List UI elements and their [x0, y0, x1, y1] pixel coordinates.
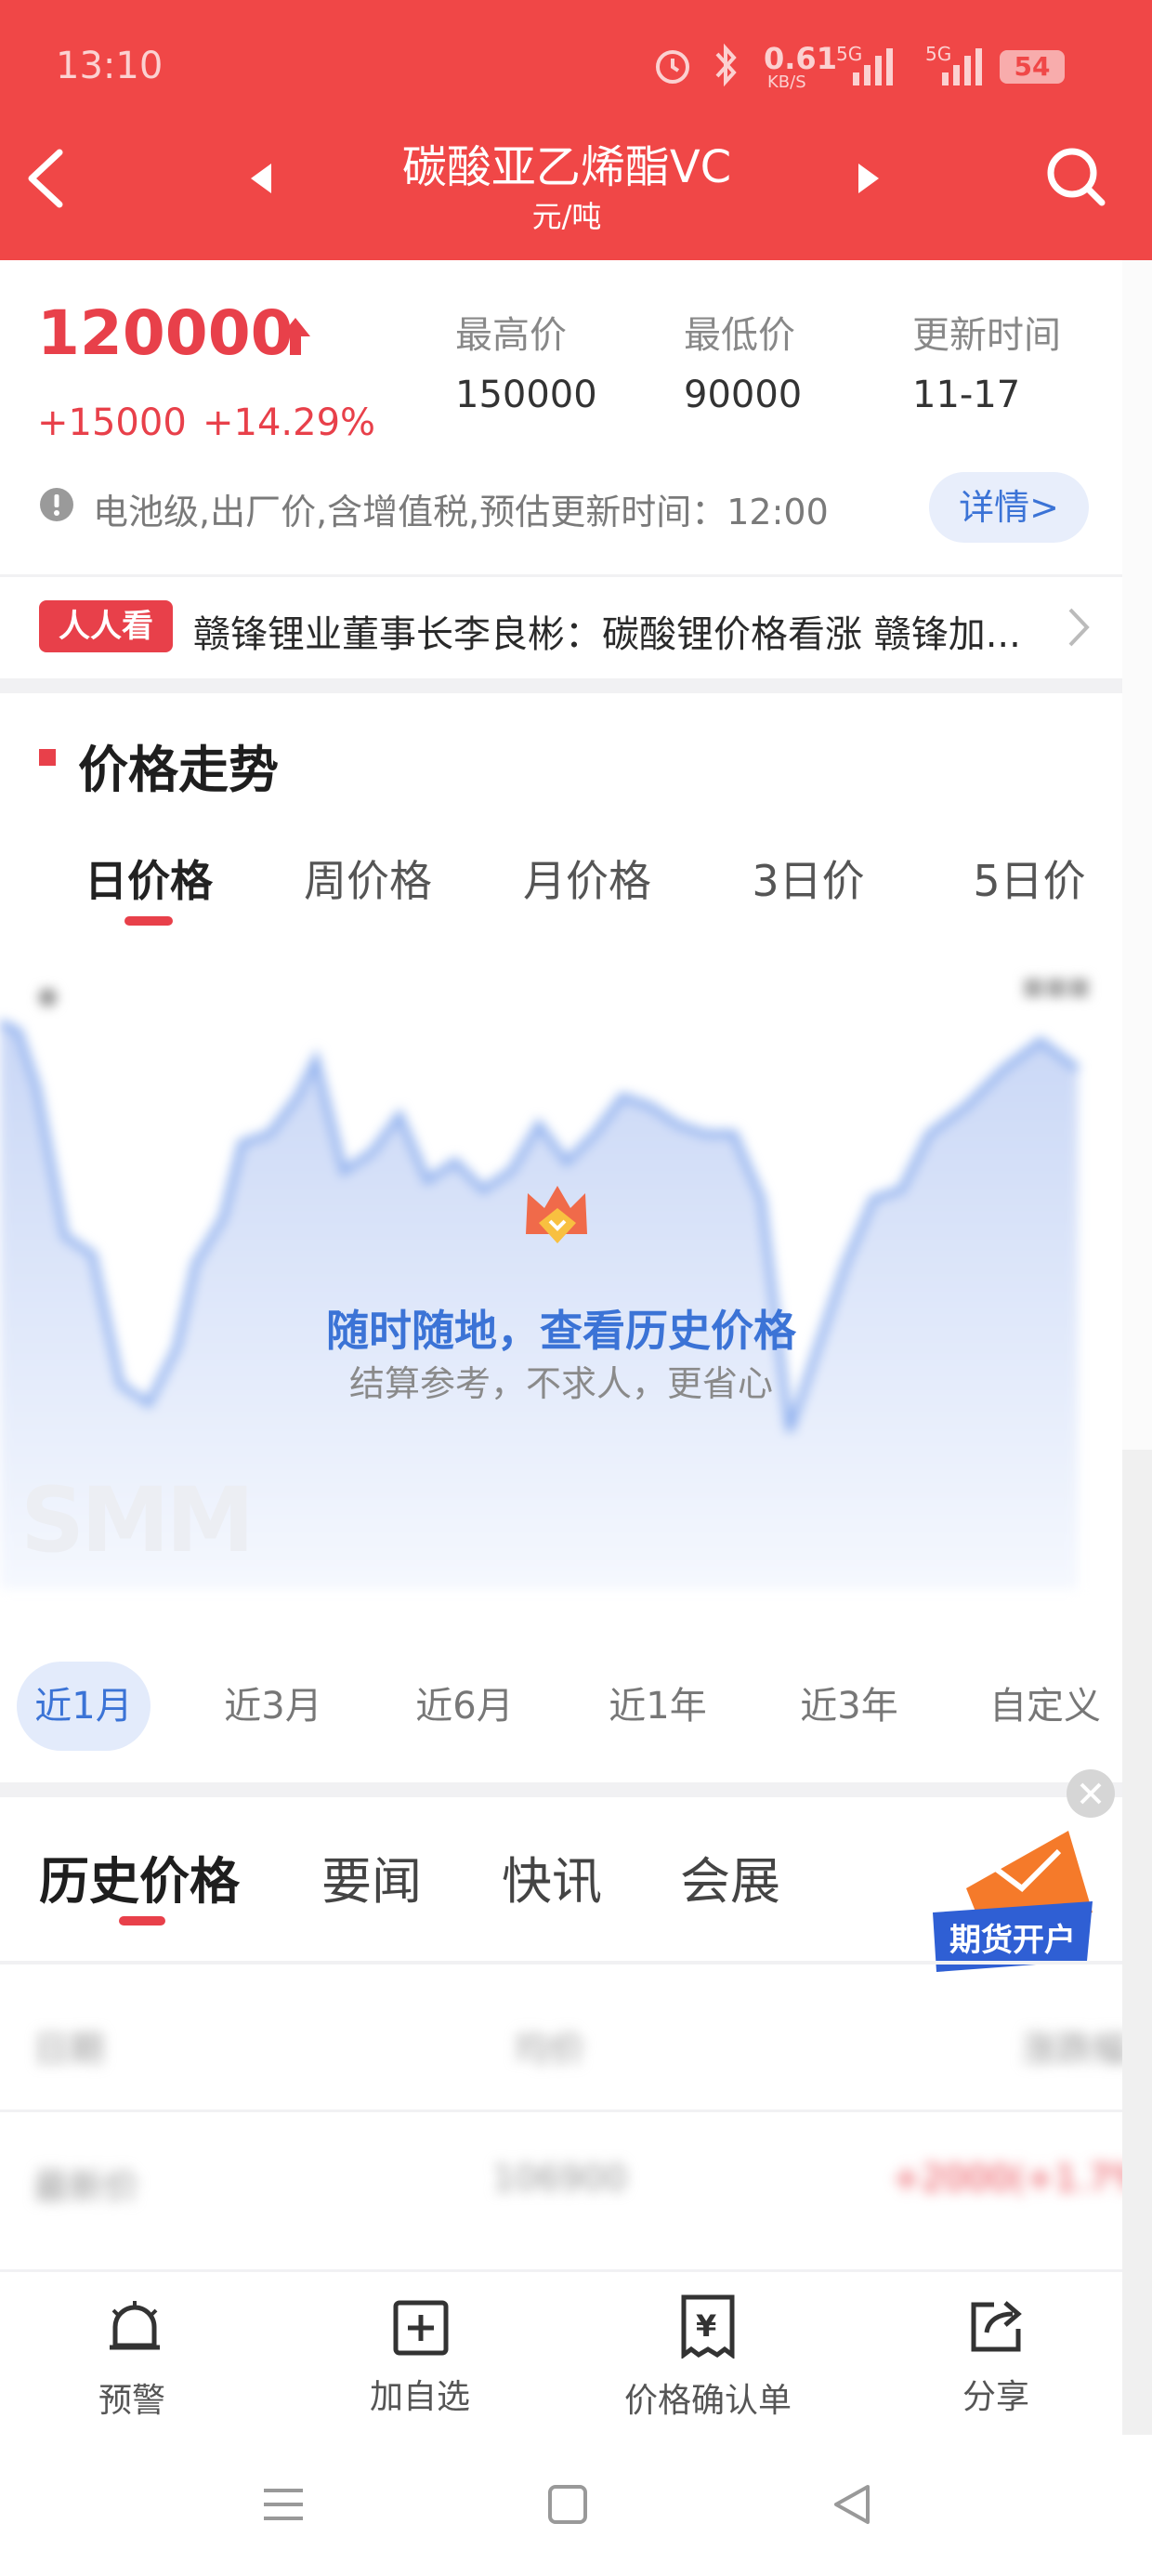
- range-3-years[interactable]: 近3年: [782, 1662, 916, 1751]
- menu-icon[interactable]: [260, 2481, 307, 2528]
- vip-crown-icon: [526, 1186, 587, 1243]
- page-unit: 元/吨: [531, 199, 602, 234]
- scrollbar-thumb[interactable]: [1122, 260, 1152, 1450]
- update-value: 11-17: [912, 374, 1021, 416]
- info-icon: [40, 488, 73, 521]
- svg-text:■■■: ■■■: [1022, 973, 1091, 1001]
- table-header-date: 日期: [33, 2029, 105, 2070]
- tab-monthly-price[interactable]: 月价格: [494, 848, 680, 909]
- chevron-right-icon[interactable]: [1065, 604, 1093, 651]
- svg-text:¥: ¥: [696, 2308, 716, 2344]
- table-header-avg: 均价: [515, 2029, 586, 2070]
- price-change: +15000: [37, 401, 187, 444]
- up-arrow-icon: [281, 318, 310, 355]
- tab-5day-price[interactable]: 5日价: [936, 848, 1122, 909]
- nav-price-confirmation-label: 价格确认单: [623, 2382, 792, 2420]
- section-marker: [39, 749, 56, 766]
- tab-history-price[interactable]: 历史价格: [39, 1840, 240, 1913]
- back-triangle-icon[interactable]: [831, 2481, 873, 2528]
- scrollbar-track[interactable]: [1122, 260, 1152, 2435]
- table-row-avg: 106900: [492, 2158, 628, 2199]
- tab-exhibitions[interactable]: 会展: [680, 1840, 780, 1913]
- nav-share-label: 分享: [962, 2378, 1029, 2416]
- divider: [0, 2109, 1122, 2112]
- nav-price-confirmation[interactable]: ¥ 价格确认单: [606, 2286, 810, 2425]
- tab-weekly-price[interactable]: 周价格: [275, 848, 461, 909]
- range-1-month[interactable]: 近1月: [17, 1662, 151, 1751]
- close-promo-button[interactable]: [1067, 1769, 1115, 1818]
- prev-item-icon[interactable]: [247, 160, 275, 197]
- high-value: 150000: [455, 374, 597, 416]
- divider: [0, 574, 1122, 577]
- price-chart-locked: ● ■■■ SMM 随时随地，查看历史价格 结算参考，不求人，更省心: [0, 957, 1122, 1608]
- document-yen-icon: ¥: [681, 2294, 735, 2359]
- update-label: 更新时间: [912, 314, 1061, 357]
- signal-icon: [942, 48, 982, 85]
- tab-underline: [119, 1916, 165, 1925]
- low-label: 最低价: [684, 314, 795, 357]
- nav-alert-label: 预警: [98, 2382, 165, 2420]
- page-title: 碳酸亚乙烯酯VC: [401, 141, 732, 193]
- tab-flash-news[interactable]: 快讯: [502, 1840, 602, 1913]
- divider: [0, 1961, 1122, 1965]
- nav-add-watchlist[interactable]: 加自选: [325, 2286, 515, 2425]
- divider: [0, 2269, 1122, 2272]
- nav-share[interactable]: 分享: [901, 2286, 1091, 2425]
- tab-key-news[interactable]: 要闻: [321, 1840, 422, 1913]
- high-label: 最高价: [455, 314, 567, 357]
- search-icon[interactable]: [1044, 141, 1109, 212]
- signal-icon: [853, 48, 893, 85]
- table-header-change: 涨跌幅: [1022, 2029, 1129, 2070]
- nav-add-watchlist-label: 加自选: [369, 2378, 470, 2416]
- trend-title: 价格走势: [78, 741, 279, 799]
- locked-chart-subtitle: 结算参考，不求人，更省心: [348, 1363, 773, 1404]
- bluetooth-icon: [715, 43, 737, 87]
- tab-underline: [124, 916, 173, 926]
- close-icon: [1080, 1782, 1102, 1805]
- battery-icon: 54: [1000, 50, 1065, 84]
- detail-button[interactable]: 详情>: [929, 472, 1089, 543]
- smm-watermark: SMM: [20, 1468, 255, 1572]
- net-speed: 0.61: [764, 41, 837, 76]
- table-row-change: +2000(+1.7%): [892, 2158, 1152, 2199]
- app-header: 13:10 0.61 KB/S 5G 5G 54 碳酸亚乙烯酯VC 元/吨: [0, 0, 1152, 260]
- futures-promo-label[interactable]: 期货开户: [938, 1914, 1087, 1960]
- status-time: 13:10: [56, 45, 164, 87]
- tab-3day-price[interactable]: 3日价: [715, 848, 901, 909]
- low-value: 90000: [684, 374, 803, 416]
- section-gap: [0, 1782, 1122, 1797]
- svg-text:●: ●: [37, 982, 59, 1010]
- range-3-months[interactable]: 近3月: [206, 1662, 340, 1751]
- current-price: 120000: [37, 297, 294, 369]
- section-gap: [0, 678, 1122, 693]
- home-square-icon[interactable]: [546, 2483, 589, 2526]
- tab-daily-price[interactable]: 日价格: [56, 848, 242, 909]
- price-note: 电池级,出厂价,含增值税,预估更新时间：12:00: [93, 492, 829, 532]
- range-custom[interactable]: 自定义: [975, 1662, 1115, 1751]
- news-badge: 人人看: [39, 600, 173, 652]
- price-change-pct: +14.29%: [203, 401, 376, 444]
- share-icon: [971, 2301, 1022, 2352]
- next-item-icon[interactable]: [855, 160, 883, 197]
- add-square-icon: [393, 2300, 449, 2356]
- alarm-icon: [656, 50, 689, 84]
- nav-alert[interactable]: 预警: [37, 2286, 227, 2425]
- range-1-year[interactable]: 近1年: [591, 1662, 725, 1751]
- news-headline[interactable]: 赣锋锂业董事长李良彬：碳酸锂价格看涨 赣锋加...: [193, 604, 1057, 658]
- alarm-bell-icon: [110, 2301, 160, 2350]
- back-arrow-icon[interactable]: [19, 145, 71, 212]
- locked-chart-title[interactable]: 随时随地，查看历史价格: [0, 1297, 1122, 1359]
- range-6-months[interactable]: 近6月: [398, 1662, 531, 1751]
- table-row-date: 最新价: [33, 2166, 140, 2207]
- net-unit: KB/S: [767, 72, 806, 92]
